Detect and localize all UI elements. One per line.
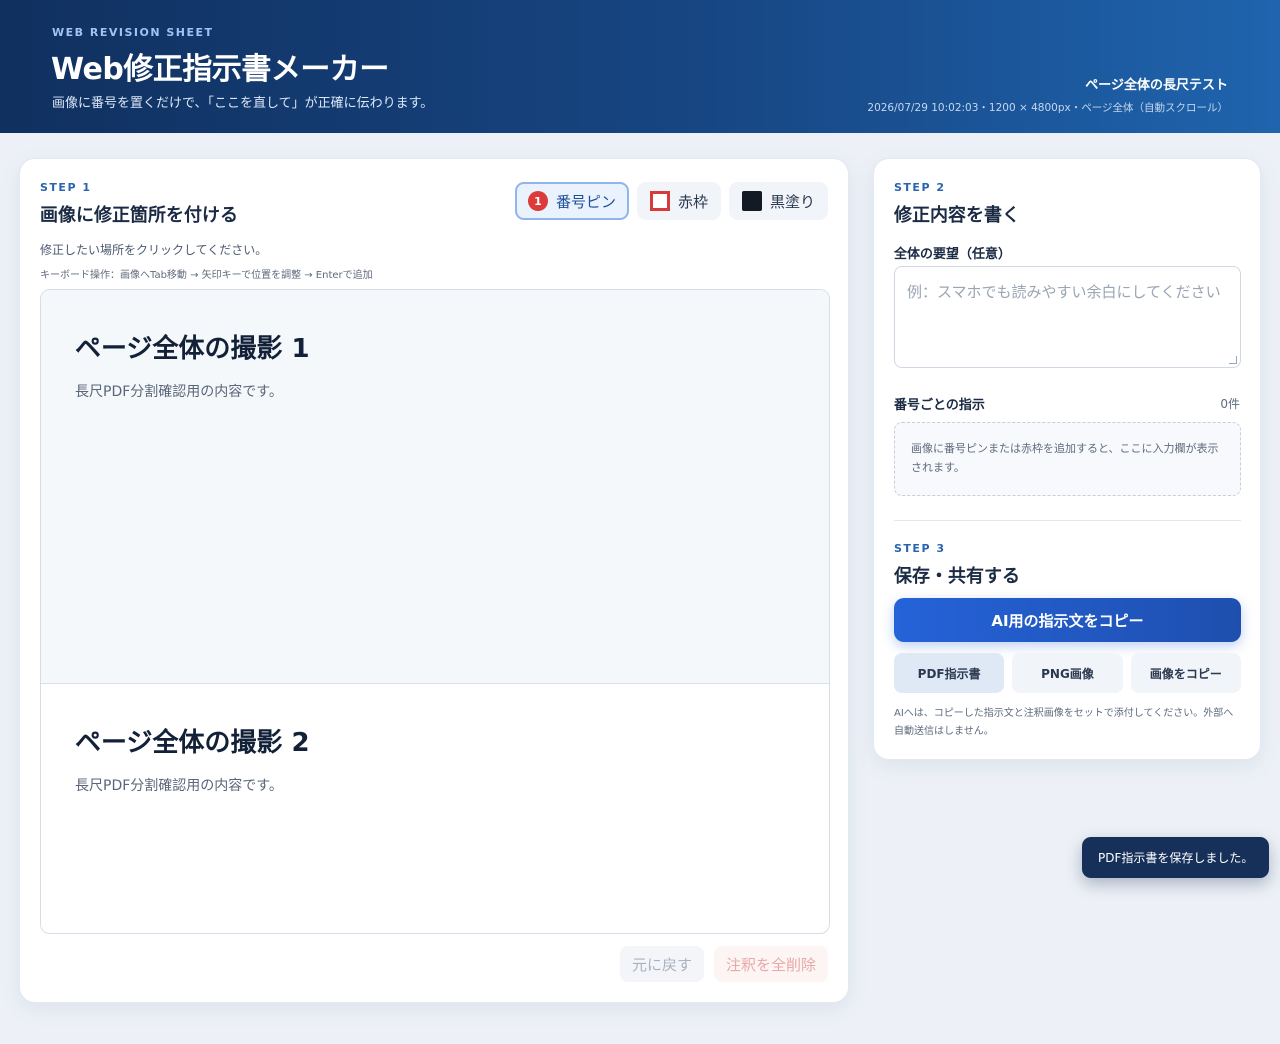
tool-red-frame[interactable]: 赤枠	[636, 182, 721, 220]
app-header: WEB REVISION SHEET Web修正指示書メーカー 画像に番号を置く…	[0, 0, 1280, 133]
undo-button[interactable]: 元に戻す	[619, 946, 704, 982]
app-title: Web修正指示書メーカー	[51, 52, 389, 87]
step1-label: STEP 1	[40, 181, 92, 194]
annotation-canvas[interactable]: ページ全体の撮影 1 長尺PDF分割確認用の内容です。 ページ全体の撮影 2 長…	[40, 289, 830, 934]
overall-request-placeholder: 例：スマホでも読みやすい余白にしてください	[907, 283, 1221, 301]
page-shot-2: ページ全体の撮影 2 長尺PDF分割確認用の内容です。	[41, 684, 829, 933]
export-png-button[interactable]: PNG画像	[1012, 653, 1123, 693]
annotation-toolbar: 1 番号ピン 赤枠 黒塗り	[514, 182, 828, 220]
export-buttons: PDF指示書 PNG画像 画像をコピー	[894, 653, 1241, 693]
tool-number-pin[interactable]: 1 番号ピン	[514, 182, 629, 220]
step2-label: STEP 2	[894, 181, 946, 194]
step1-title: 画像に修正箇所を付ける	[40, 205, 238, 226]
ai-usage-note: AIへは、コピーした指示文と注釈画像をセットで添付してください。外部へ自動送信は…	[894, 708, 1234, 737]
capture-info: 2026/07/29 10:02:03・1200 × 4800px・ページ全体（…	[867, 102, 1228, 114]
tool-black-fill-label: 黒塗り	[769, 192, 815, 211]
tool-red-frame-label: 赤枠	[677, 192, 708, 211]
per-pin-label: 番号ごとの指示	[894, 398, 985, 413]
canvas-actions: 元に戻す 注釈を全削除	[619, 946, 828, 982]
step1-card: STEP 1 画像に修正箇所を付ける 1 番号ピン 赤枠 黒塗り 修正したい場所…	[19, 158, 849, 1003]
capture-title: ページ全体の長尺テスト	[1085, 78, 1228, 93]
shot-2-text: 長尺PDF分割確認用の内容です。	[75, 778, 283, 794]
toast-notification: PDF指示書を保存しました。	[1082, 837, 1270, 878]
export-pdf-button[interactable]: PDF指示書	[894, 653, 1005, 693]
clear-annotations-button[interactable]: 注釈を全削除	[713, 946, 828, 982]
capture-meta: ページ全体の長尺テスト 2026/07/29 10:02:03・1200 × 4…	[867, 74, 1228, 115]
black-fill-icon	[741, 191, 762, 211]
step2-title: 修正内容を書く	[894, 205, 1020, 226]
shot-1-text: 長尺PDF分割確認用の内容です。	[75, 384, 283, 400]
page-shot-1: ページ全体の撮影 1 長尺PDF分割確認用の内容です。	[41, 290, 829, 684]
per-pin-empty-state: 画像に番号ピンまたは赤枠を追加すると、ここに入力欄が表示されます。	[894, 422, 1241, 496]
overall-request-label: 全体の要望（任意）	[894, 247, 1012, 262]
click-hint: 修正したい場所をクリックしてください。	[40, 243, 268, 257]
red-frame-icon	[649, 191, 670, 211]
step3-title: 保存・共有する	[894, 566, 1020, 587]
app-tagline: 画像に番号を置くだけで、「ここを直して」が正確に伝わります。	[52, 96, 434, 111]
copy-ai-instructions-button[interactable]: AI用の指示文をコピー	[894, 598, 1241, 642]
tool-black-fill[interactable]: 黒塗り	[728, 182, 828, 220]
section-divider	[894, 520, 1241, 521]
resize-handle-icon[interactable]	[1229, 356, 1237, 364]
copy-image-button[interactable]: 画像をコピー	[1130, 653, 1241, 693]
header-eyebrow: WEB REVISION SHEET	[52, 26, 214, 39]
pin-number-icon: 1	[527, 191, 548, 211]
shot-1-heading: ページ全体の撮影 1	[75, 334, 310, 364]
overall-request-input[interactable]: 例：スマホでも読みやすい余白にしてください	[894, 266, 1241, 368]
shot-2-heading: ページ全体の撮影 2	[75, 728, 310, 758]
step3-label: STEP 3	[894, 542, 946, 555]
keyboard-hint: キーボード操作：画像へTab移動 → 矢印キーで位置を調整 → Enterで追加	[40, 270, 373, 281]
instruction-count: 0件	[1220, 397, 1240, 411]
tool-number-pin-label: 番号ピン	[555, 192, 616, 211]
step2-step3-card: STEP 2 修正内容を書く 全体の要望（任意） 例：スマホでも読みやすい余白に…	[873, 158, 1261, 760]
